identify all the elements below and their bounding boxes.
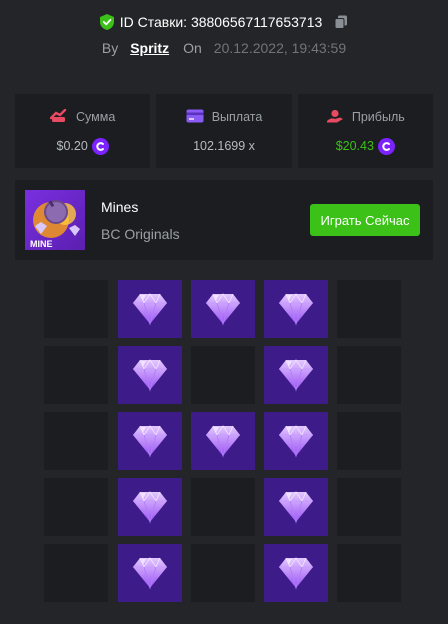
thumb-label: MINE [30,239,53,249]
tile-gem [264,478,328,536]
card-icon [186,109,204,126]
tile-empty [44,346,108,404]
gem-icon [279,293,313,326]
tile-empty [337,412,401,470]
tile-gem [264,412,328,470]
mines-board [44,280,402,602]
stat-value: $20.43 [335,139,374,153]
tile-empty [44,478,108,536]
gem-icon [133,491,167,524]
tile-gem [264,544,328,602]
by-label: By [101,40,119,56]
gem-icon [279,425,313,458]
tile-gem [191,280,255,338]
gem-icon [133,359,167,392]
bet-author-row: By Spritz On 20.12.2022, 19:43:59 [0,38,448,58]
tile-empty [337,544,401,602]
game-name[interactable]: Mines [101,199,138,215]
bet-stats: Сумма $0.20 Выплата 102.1699 x Прибыль $… [15,94,433,168]
stat-value: 102.1699 x [193,139,255,153]
stat-value: $0.20 [56,139,88,153]
tile-gem [118,412,182,470]
bet-id-text: ID Ставки: 38806567117653713 [119,14,323,30]
tile-gem [118,544,182,602]
mines-logo-icon: MINE [30,200,80,249]
gem-icon [206,425,240,458]
shield-check-icon [99,14,114,30]
game-thumbnail[interactable]: MINE [25,190,85,250]
tile-gem [264,346,328,404]
stat-payout: Выплата 102.1699 x [156,94,292,168]
bet-id-row: ID Ставки: 38806567117653713 [0,10,448,34]
tile-empty [44,412,108,470]
on-label: On [183,40,202,56]
tile-gem [118,346,182,404]
stat-amount: Сумма $0.20 [15,94,151,168]
tile-gem [264,280,328,338]
coin-icon [377,137,395,155]
game-provider: BC Originals [101,226,180,242]
profit-icon [326,109,344,126]
coin-icon [91,137,109,155]
tile-empty [337,280,401,338]
tile-empty [191,346,255,404]
tile-empty [337,346,401,404]
gem-icon [133,557,167,590]
tile-empty [337,478,401,536]
tile-empty [44,280,108,338]
stat-profit: Прибыль $20.43 [297,94,433,168]
tile-empty [44,544,108,602]
gem-icon [279,491,313,524]
gem-icon [133,425,167,458]
tile-gem [118,280,182,338]
tile-gem [118,478,182,536]
gem-icon [279,557,313,590]
bet-datetime: 20.12.2022, 19:43:59 [213,40,347,56]
copy-icon[interactable] [334,15,348,29]
gem-icon [206,293,240,326]
stat-label: Выплата [211,110,263,124]
game-card: MINE Mines BC Originals Играть Сейчас [15,180,433,260]
stat-label: Прибыль [351,110,405,124]
tile-empty [191,478,255,536]
tile-gem [191,412,255,470]
gem-icon [279,359,313,392]
money-icon [49,108,68,126]
gem-icon [133,293,167,326]
username-link[interactable]: Spritz [130,40,169,56]
tile-empty [191,544,255,602]
stat-label: Сумма [76,110,116,124]
play-now-button[interactable]: Играть Сейчас [310,204,420,236]
